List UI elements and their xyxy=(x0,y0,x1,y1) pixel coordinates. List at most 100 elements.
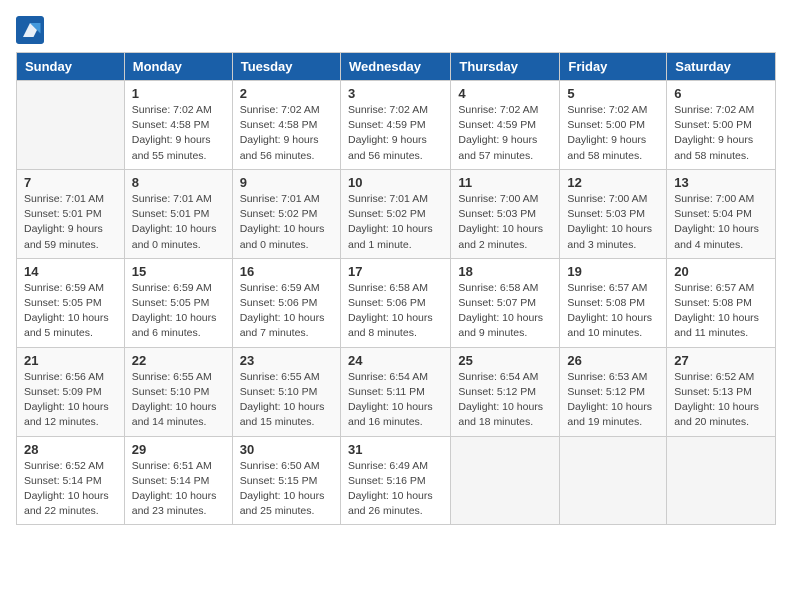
day-number: 17 xyxy=(348,264,443,279)
day-cell: 24 Sunrise: 6:54 AM Sunset: 5:11 PM Dayli… xyxy=(340,347,450,436)
day-cell: 15 Sunrise: 6:59 AM Sunset: 5:05 PM Dayli… xyxy=(124,258,232,347)
col-header-tuesday: Tuesday xyxy=(232,53,340,81)
day-cell xyxy=(560,436,667,525)
day-cell: 4 Sunrise: 7:02 AM Sunset: 4:59 PM Daylig… xyxy=(451,81,560,170)
day-number: 13 xyxy=(674,175,768,190)
day-cell: 7 Sunrise: 7:01 AM Sunset: 5:01 PM Daylig… xyxy=(17,169,125,258)
week-row-2: 7 Sunrise: 7:01 AM Sunset: 5:01 PM Daylig… xyxy=(17,169,776,258)
col-header-wednesday: Wednesday xyxy=(340,53,450,81)
day-info: Sunrise: 7:01 AM Sunset: 5:01 PM Dayligh… xyxy=(24,192,117,253)
logo-icon xyxy=(16,16,44,44)
day-info: Sunrise: 6:50 AM Sunset: 5:15 PM Dayligh… xyxy=(240,459,333,520)
day-info: Sunrise: 7:02 AM Sunset: 4:59 PM Dayligh… xyxy=(348,103,443,164)
day-number: 26 xyxy=(567,353,659,368)
day-number: 27 xyxy=(674,353,768,368)
day-number: 11 xyxy=(458,175,552,190)
day-number: 15 xyxy=(132,264,225,279)
day-number: 5 xyxy=(567,86,659,101)
day-cell: 28 Sunrise: 6:52 AM Sunset: 5:14 PM Dayli… xyxy=(17,436,125,525)
week-row-3: 14 Sunrise: 6:59 AM Sunset: 5:05 PM Dayli… xyxy=(17,258,776,347)
week-row-4: 21 Sunrise: 6:56 AM Sunset: 5:09 PM Dayli… xyxy=(17,347,776,436)
col-header-friday: Friday xyxy=(560,53,667,81)
day-number: 1 xyxy=(132,86,225,101)
day-info: Sunrise: 6:57 AM Sunset: 5:08 PM Dayligh… xyxy=(674,281,768,342)
day-cell: 23 Sunrise: 6:55 AM Sunset: 5:10 PM Dayli… xyxy=(232,347,340,436)
day-cell xyxy=(17,81,125,170)
day-info: Sunrise: 6:59 AM Sunset: 5:05 PM Dayligh… xyxy=(132,281,225,342)
day-number: 10 xyxy=(348,175,443,190)
day-cell: 12 Sunrise: 7:00 AM Sunset: 5:03 PM Dayli… xyxy=(560,169,667,258)
day-info: Sunrise: 7:02 AM Sunset: 4:58 PM Dayligh… xyxy=(240,103,333,164)
day-cell: 5 Sunrise: 7:02 AM Sunset: 5:00 PM Daylig… xyxy=(560,81,667,170)
day-number: 20 xyxy=(674,264,768,279)
day-number: 14 xyxy=(24,264,117,279)
day-cell: 27 Sunrise: 6:52 AM Sunset: 5:13 PM Dayli… xyxy=(667,347,776,436)
day-info: Sunrise: 6:59 AM Sunset: 5:05 PM Dayligh… xyxy=(24,281,117,342)
day-number: 2 xyxy=(240,86,333,101)
day-info: Sunrise: 7:00 AM Sunset: 5:03 PM Dayligh… xyxy=(458,192,552,253)
day-number: 7 xyxy=(24,175,117,190)
day-info: Sunrise: 7:02 AM Sunset: 5:00 PM Dayligh… xyxy=(567,103,659,164)
day-info: Sunrise: 6:55 AM Sunset: 5:10 PM Dayligh… xyxy=(240,370,333,431)
day-number: 29 xyxy=(132,442,225,457)
day-cell: 26Sunrise: 6:53 AM Sunset: 5:12 PM Dayli… xyxy=(560,347,667,436)
day-cell: 17 Sunrise: 6:58 AM Sunset: 5:06 PM Dayli… xyxy=(340,258,450,347)
day-number: 4 xyxy=(458,86,552,101)
day-number: 22 xyxy=(132,353,225,368)
day-info: Sunrise: 6:55 AM Sunset: 5:10 PM Dayligh… xyxy=(132,370,225,431)
day-number: 31 xyxy=(348,442,443,457)
col-header-sunday: Sunday xyxy=(17,53,125,81)
col-header-thursday: Thursday xyxy=(451,53,560,81)
day-info: Sunrise: 7:02 AM Sunset: 4:59 PM Dayligh… xyxy=(458,103,552,164)
day-info: Sunrise: 7:02 AM Sunset: 4:58 PM Dayligh… xyxy=(132,103,225,164)
day-cell xyxy=(451,436,560,525)
day-info: Sunrise: 6:54 AM Sunset: 5:11 PM Dayligh… xyxy=(348,370,443,431)
day-cell: 31 Sunrise: 6:49 AM Sunset: 5:16 PM Dayli… xyxy=(340,436,450,525)
day-cell: 18 Sunrise: 6:58 AM Sunset: 5:07 PM Dayli… xyxy=(451,258,560,347)
day-cell: 1 Sunrise: 7:02 AM Sunset: 4:58 PM Daylig… xyxy=(124,81,232,170)
day-number: 28 xyxy=(24,442,117,457)
day-number: 25 xyxy=(458,353,552,368)
day-number: 30 xyxy=(240,442,333,457)
day-info: Sunrise: 6:54 AM Sunset: 5:12 PM Dayligh… xyxy=(458,370,552,431)
day-info: Sunrise: 6:49 AM Sunset: 5:16 PM Dayligh… xyxy=(348,459,443,520)
day-info: Sunrise: 6:51 AM Sunset: 5:14 PM Dayligh… xyxy=(132,459,225,520)
day-number: 18 xyxy=(458,264,552,279)
day-number: 24 xyxy=(348,353,443,368)
day-cell: 21 Sunrise: 6:56 AM Sunset: 5:09 PM Dayli… xyxy=(17,347,125,436)
day-cell: 13 Sunrise: 7:00 AM Sunset: 5:04 PM Dayli… xyxy=(667,169,776,258)
day-cell: 3 Sunrise: 7:02 AM Sunset: 4:59 PM Daylig… xyxy=(340,81,450,170)
day-number: 3 xyxy=(348,86,443,101)
day-cell: 9 Sunrise: 7:01 AM Sunset: 5:02 PM Daylig… xyxy=(232,169,340,258)
day-number: 21 xyxy=(24,353,117,368)
day-number: 19 xyxy=(567,264,659,279)
day-info: Sunrise: 7:01 AM Sunset: 5:02 PM Dayligh… xyxy=(240,192,333,253)
day-info: Sunrise: 6:57 AM Sunset: 5:08 PM Dayligh… xyxy=(567,281,659,342)
day-number: 6 xyxy=(674,86,768,101)
day-info: Sunrise: 6:58 AM Sunset: 5:06 PM Dayligh… xyxy=(348,281,443,342)
col-header-saturday: Saturday xyxy=(667,53,776,81)
col-header-monday: Monday xyxy=(124,53,232,81)
day-cell: 6Sunrise: 7:02 AM Sunset: 5:00 PM Daylig… xyxy=(667,81,776,170)
page-header xyxy=(16,16,776,44)
day-cell: 8Sunrise: 7:01 AM Sunset: 5:01 PM Daylig… xyxy=(124,169,232,258)
day-number: 9 xyxy=(240,175,333,190)
day-cell: 16 Sunrise: 6:59 AM Sunset: 5:06 PM Dayli… xyxy=(232,258,340,347)
day-info: Sunrise: 6:52 AM Sunset: 5:14 PM Dayligh… xyxy=(24,459,117,520)
day-info: Sunrise: 7:00 AM Sunset: 5:03 PM Dayligh… xyxy=(567,192,659,253)
week-row-5: 28 Sunrise: 6:52 AM Sunset: 5:14 PM Dayli… xyxy=(17,436,776,525)
day-info: Sunrise: 6:52 AM Sunset: 5:13 PM Dayligh… xyxy=(674,370,768,431)
day-cell: 19 Sunrise: 6:57 AM Sunset: 5:08 PM Dayli… xyxy=(560,258,667,347)
day-info: Sunrise: 7:00 AM Sunset: 5:04 PM Dayligh… xyxy=(674,192,768,253)
day-cell: 25 Sunrise: 6:54 AM Sunset: 5:12 PM Dayli… xyxy=(451,347,560,436)
day-info: Sunrise: 6:56 AM Sunset: 5:09 PM Dayligh… xyxy=(24,370,117,431)
day-number: 12 xyxy=(567,175,659,190)
day-info: Sunrise: 6:58 AM Sunset: 5:07 PM Dayligh… xyxy=(458,281,552,342)
day-info: Sunrise: 6:59 AM Sunset: 5:06 PM Dayligh… xyxy=(240,281,333,342)
header-row: SundayMondayTuesdayWednesdayThursdayFrid… xyxy=(17,53,776,81)
day-number: 16 xyxy=(240,264,333,279)
day-cell: 14 Sunrise: 6:59 AM Sunset: 5:05 PM Dayli… xyxy=(17,258,125,347)
day-number: 23 xyxy=(240,353,333,368)
day-info: Sunrise: 7:01 AM Sunset: 5:01 PM Dayligh… xyxy=(132,192,225,253)
day-info: Sunrise: 7:01 AM Sunset: 5:02 PM Dayligh… xyxy=(348,192,443,253)
